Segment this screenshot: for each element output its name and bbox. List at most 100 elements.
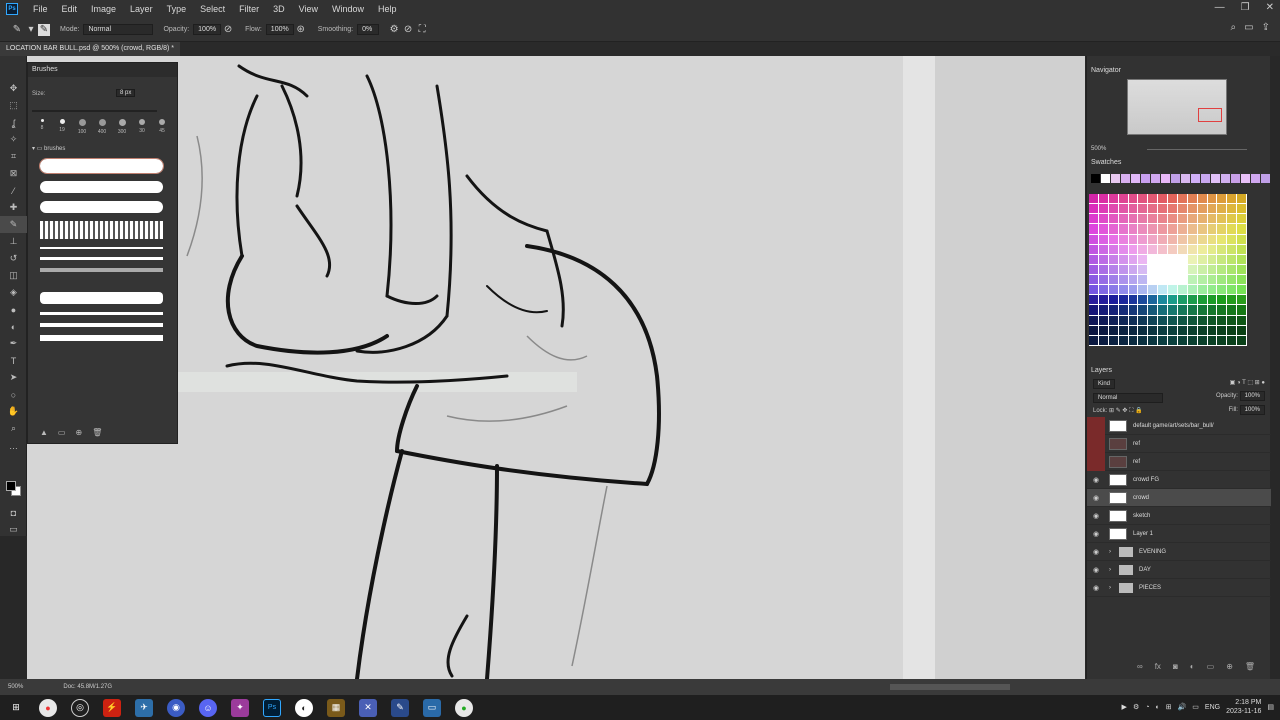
color-grid-cell[interactable]	[1227, 254, 1237, 264]
tray-icon[interactable]: ⚙	[1133, 703, 1139, 711]
color-grid-cell[interactable]	[1168, 194, 1177, 204]
hidden-layer-marker[interactable]	[1087, 416, 1105, 435]
color-grid-cell[interactable]	[1118, 234, 1128, 244]
color-grid-cell[interactable]	[1098, 325, 1108, 335]
color-grid-cell[interactable]	[1108, 315, 1118, 325]
brush-preset[interactable]: 300	[112, 119, 132, 135]
color-grid-cell[interactable]	[1237, 264, 1246, 275]
app-icon[interactable]: ⚡	[103, 698, 121, 717]
magic-wand-tool-icon[interactable]: ✧	[0, 131, 27, 148]
layer-thumbnail[interactable]	[1109, 491, 1127, 504]
color-grid-cell[interactable]	[1237, 244, 1246, 254]
search-icon[interactable]: ⌕	[1231, 22, 1237, 33]
color-grid-cell[interactable]	[1108, 305, 1118, 315]
notification-icon[interactable]: ▤	[1267, 703, 1274, 711]
menu-type[interactable]: Type	[160, 0, 194, 18]
layer-row[interactable]: ◉ › PIECES	[1087, 579, 1271, 597]
brush-preset[interactable]: 45	[152, 119, 172, 135]
color-grid-cell[interactable]	[1237, 224, 1246, 234]
brush-stroke-preview[interactable]	[40, 257, 163, 260]
network-icon[interactable]: ▭	[1192, 703, 1199, 711]
color-grid-cell[interactable]	[1197, 224, 1207, 234]
color-grid-cell[interactable]	[1158, 214, 1167, 224]
quick-mask-icon[interactable]: ◘	[0, 504, 27, 521]
color-grid-cell[interactable]	[1118, 264, 1128, 275]
color-grid-cell[interactable]	[1197, 244, 1207, 254]
brush-stroke-preview[interactable]	[39, 158, 164, 174]
color-grid-cell[interactable]	[1177, 254, 1187, 264]
color-grid-cell[interactable]	[1138, 234, 1148, 244]
color-grid-cell[interactable]	[1138, 194, 1148, 204]
color-grid-cell[interactable]	[1177, 275, 1187, 285]
color-grid-cell[interactable]	[1148, 275, 1158, 285]
color-swatch[interactable]	[1121, 174, 1130, 183]
airbrush-icon[interactable]: ⊛	[294, 23, 308, 37]
brush-stroke-preview[interactable]	[40, 181, 163, 193]
blur-tool-icon[interactable]: ●	[0, 301, 27, 318]
color-grid-cell[interactable]	[1108, 275, 1118, 285]
color-grid-cell[interactable]	[1128, 275, 1138, 285]
color-swatch[interactable]	[1251, 174, 1260, 183]
color-grid-cell[interactable]	[1217, 214, 1227, 224]
brush-stroke-preview[interactable]	[40, 221, 163, 239]
color-grid-cell[interactable]	[1138, 204, 1148, 214]
color-grid-cell[interactable]	[1227, 234, 1237, 244]
color-grid-cell[interactable]	[1158, 204, 1167, 214]
color-grid-cell[interactable]	[1207, 224, 1217, 234]
blend-mode-dropdown[interactable]: Normal	[1093, 393, 1163, 403]
color-grid-cell[interactable]	[1098, 285, 1108, 295]
color-grid-cell[interactable]	[1128, 204, 1138, 214]
new-group-icon[interactable]: ▭	[58, 428, 66, 437]
expand-chevron-icon[interactable]: ›	[1109, 549, 1111, 555]
color-grid-cell[interactable]	[1138, 264, 1148, 275]
app-icon[interactable]: ✕	[359, 698, 377, 717]
color-grid-cell[interactable]	[1168, 285, 1177, 295]
color-grid-cell[interactable]	[1128, 295, 1138, 305]
color-grid-cell[interactable]	[1197, 335, 1207, 345]
color-grid-cell[interactable]	[1237, 285, 1246, 295]
color-grid-cell[interactable]	[1227, 285, 1237, 295]
color-grid-cell[interactable]	[1118, 204, 1128, 214]
clone-stamp-tool-icon[interactable]: ⊥	[0, 233, 27, 250]
color-grid-cell[interactable]	[1118, 325, 1128, 335]
color-grid-cell[interactable]	[1089, 224, 1098, 234]
color-grid-cell[interactable]	[1227, 295, 1237, 305]
color-grid-cell[interactable]	[1207, 295, 1217, 305]
link-layers-icon[interactable]: ∞	[1137, 662, 1143, 671]
add-mask-icon[interactable]: ◙	[1173, 662, 1178, 671]
color-grid-cell[interactable]	[1177, 285, 1187, 295]
color-grid-cell[interactable]	[1118, 295, 1128, 305]
color-grid-cell[interactable]	[1168, 264, 1177, 275]
color-grid-cell[interactable]	[1207, 194, 1217, 204]
color-grid-cell[interactable]	[1098, 244, 1108, 254]
color-grid-cell[interactable]	[1227, 305, 1237, 315]
delete-brush-icon[interactable]: 🗑	[92, 428, 102, 437]
ellipse-tool-icon[interactable]: ○	[0, 386, 27, 403]
color-grid-cell[interactable]	[1237, 275, 1246, 285]
navigator-thumbnail[interactable]	[1127, 79, 1227, 135]
color-grid-cell[interactable]	[1177, 335, 1187, 345]
color-grid-cell[interactable]	[1187, 204, 1197, 214]
color-grid-cell[interactable]	[1187, 214, 1197, 224]
brush-tool-icon[interactable]: ✎	[0, 216, 27, 233]
brush-size-picker-icon[interactable]: ▾	[24, 23, 38, 37]
language-indicator[interactable]: ENG	[1205, 704, 1220, 711]
color-grid-cell[interactable]	[1158, 305, 1167, 315]
brush-stroke-preview[interactable]	[40, 268, 163, 272]
eraser-tool-icon[interactable]: ◫	[0, 267, 27, 284]
color-grid-cell[interactable]	[1108, 224, 1118, 234]
color-grid-cell[interactable]	[1118, 244, 1128, 254]
color-grid-cell[interactable]	[1089, 295, 1098, 305]
color-grid-cell[interactable]	[1227, 325, 1237, 335]
color-swatch[interactable]	[1161, 174, 1170, 183]
brush-folder[interactable]: ▾ ▭ brushes	[32, 145, 65, 152]
color-grid-cell[interactable]	[1138, 295, 1148, 305]
layer-thumbnail[interactable]	[1109, 455, 1127, 468]
color-grid-cell[interactable]	[1227, 224, 1237, 234]
color-grid-cell[interactable]	[1089, 285, 1098, 295]
color-grid-cell[interactable]	[1128, 285, 1138, 295]
color-grid-cell[interactable]	[1128, 234, 1138, 244]
color-grid-cell[interactable]	[1108, 244, 1118, 254]
color-grid-cell[interactable]	[1227, 194, 1237, 204]
color-grid-cell[interactable]	[1158, 325, 1167, 335]
